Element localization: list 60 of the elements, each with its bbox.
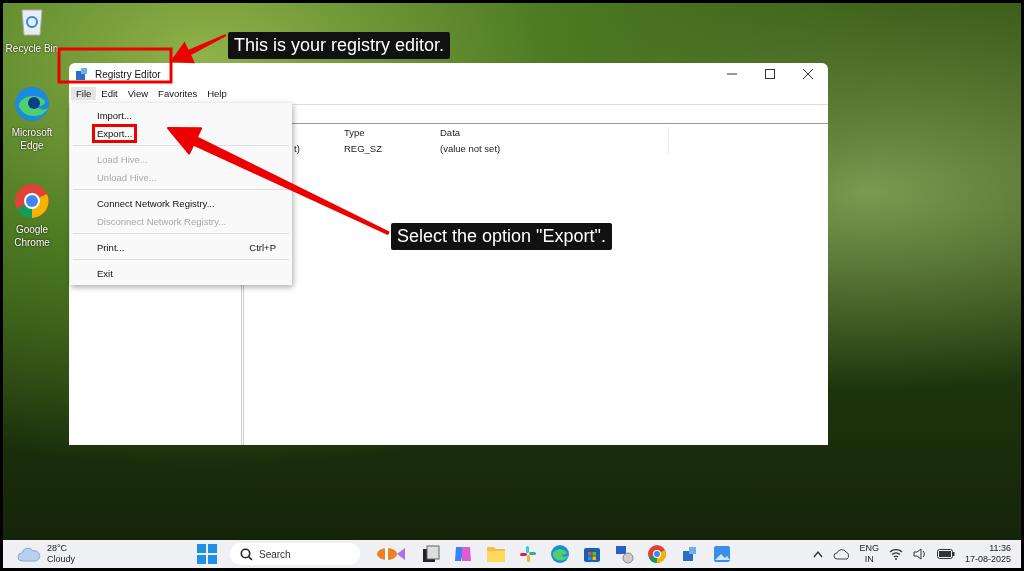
registry-cubes-icon — [75, 67, 89, 81]
annotation-callout: Select the option "Export". — [391, 223, 612, 250]
shortcut-label: Microsoft Edge — [10, 126, 54, 152]
region-text[interactable]: IN — [864, 554, 874, 565]
close-icon[interactable] — [802, 68, 814, 80]
wifi-icon[interactable] — [888, 548, 903, 560]
maximize-icon[interactable] — [764, 68, 776, 80]
menu-option[interactable]: Export... — [70, 124, 292, 142]
option-label: Unload Hive... — [96, 170, 158, 185]
annotation-callout: This is your registry editor. — [228, 32, 451, 59]
desktop-shortcut[interactable]: Microsoft Edge — [4, 85, 60, 152]
speaker-icon[interactable] — [912, 548, 927, 560]
option-label: Print... — [96, 240, 126, 255]
search-field[interactable]: Search — [230, 543, 360, 565]
edge-icon[interactable] — [550, 544, 570, 564]
slack-icon[interactable] — [519, 545, 537, 563]
table-cell-text: REG_SZ — [344, 143, 383, 154]
cloud-icon[interactable] — [833, 548, 850, 560]
window-title: Registry Editor — [95, 68, 161, 80]
pointer-arrow — [170, 34, 227, 64]
menu-item[interactable]: Favorites — [153, 87, 203, 100]
shortcut-label: Recycle Bin — [5, 42, 59, 55]
menu-option[interactable]: Print... Ctrl+P — [70, 238, 292, 256]
start-icon[interactable] — [197, 544, 217, 564]
clock-date[interactable]: 17-08-2025 — [964, 554, 1011, 565]
store-icon[interactable] — [583, 545, 601, 563]
cloud-icon — [17, 546, 41, 562]
shortcut-label: Google Chrome — [13, 223, 51, 249]
desktop-shortcut[interactable]: Google Chrome — [4, 182, 60, 249]
chrome-icon[interactable] — [647, 544, 667, 564]
option-label: Exit — [96, 266, 114, 281]
battery-icon[interactable] — [936, 549, 955, 559]
chevron-up-icon[interactable] — [813, 550, 824, 558]
menu-option[interactable]: Exit — [70, 264, 292, 282]
menu-item[interactable]: File — [71, 87, 97, 100]
option-label: Import... — [96, 108, 133, 123]
photos-icon[interactable] — [713, 545, 731, 563]
task-view-icon[interactable] — [422, 545, 440, 563]
edge-icon — [13, 85, 51, 123]
option-label: Load Hive... — [96, 152, 149, 167]
menu-option[interactable]: Connect Network Registry... — [70, 194, 292, 212]
option-label: Connect Network Registry... — [96, 196, 216, 211]
menu-item[interactable]: Edit — [96, 87, 123, 100]
recycle-bin-icon — [19, 6, 45, 36]
column-header[interactable]: Data — [440, 127, 669, 141]
menu-item[interactable]: View — [122, 87, 154, 100]
option-label: Export... — [92, 123, 138, 143]
chrome-icon — [13, 182, 51, 220]
table-cell: (value not set) — [440, 143, 669, 154]
temperature-text: 28°C — [47, 543, 69, 554]
weather-condition: Cloudy — [47, 554, 75, 565]
clock-time[interactable]: 11:36 — [989, 543, 1011, 554]
language-text[interactable]: ENG — [859, 543, 879, 554]
search-icon — [240, 548, 253, 561]
option-label: Disconnect Network Registry... — [96, 214, 228, 229]
table-cell-text: t) — [293, 143, 301, 154]
column-header[interactable]: Type — [344, 127, 440, 141]
shortcut-text: Ctrl+P — [249, 241, 276, 253]
menu-item[interactable]: Help — [202, 87, 232, 100]
menu-option[interactable]: Import... — [70, 106, 292, 124]
